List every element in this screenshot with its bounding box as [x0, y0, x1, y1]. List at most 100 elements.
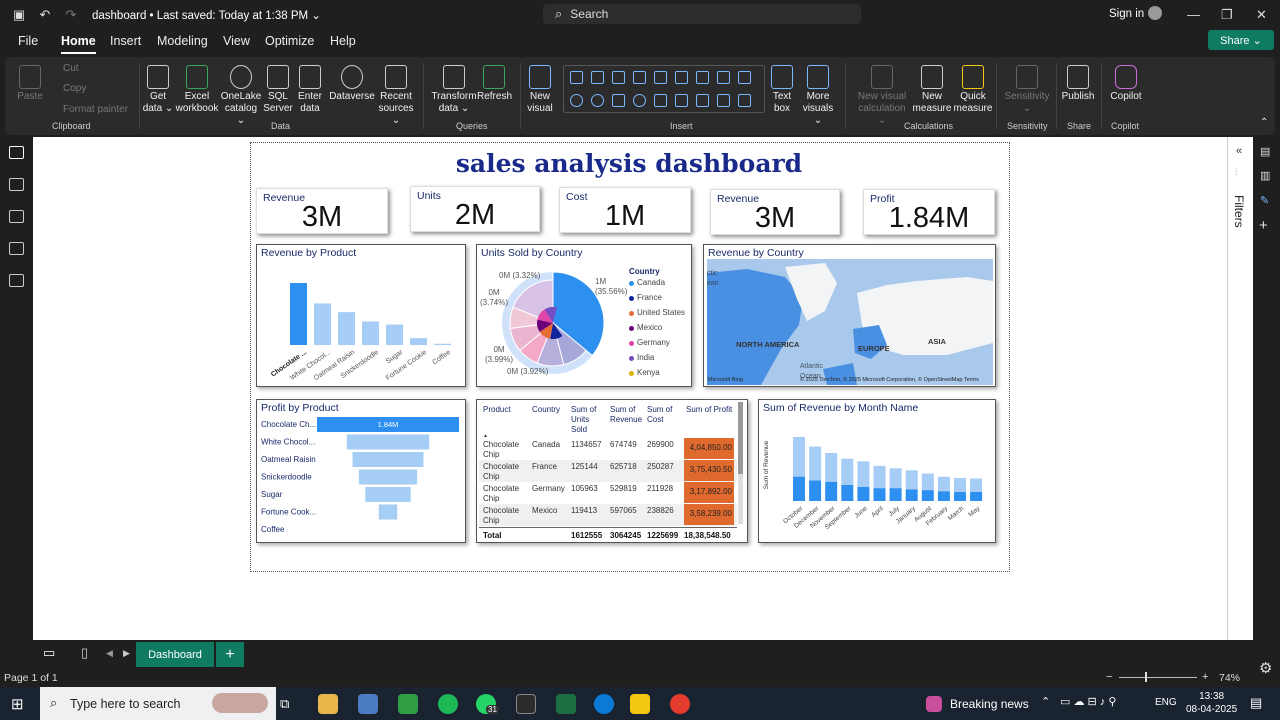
revenue-by-product-chart[interactable]: Revenue by Product Chocolate ... White Ch…: [256, 244, 466, 387]
tab-dashboard[interactable]: Dashboard: [136, 642, 214, 667]
close-icon[interactable]: ✕: [1256, 7, 1267, 23]
units-card[interactable]: Units 2M: [410, 186, 540, 232]
column-header[interactable]: Country: [532, 405, 568, 415]
edge-icon[interactable]: [594, 694, 614, 714]
cost-card[interactable]: Cost 1M: [559, 187, 691, 233]
100-column-icon[interactable]: [654, 71, 667, 84]
stacked-bar-icon[interactable]: [570, 71, 583, 84]
legend-entry[interactable]: France: [637, 293, 662, 303]
menu-view[interactable]: View: [223, 34, 250, 48]
enter-data-button[interactable]: Enter data: [295, 65, 325, 115]
zoom-out-icon[interactable]: −: [1106, 671, 1112, 683]
legend-entry[interactable]: India: [637, 353, 654, 363]
matrix-icon[interactable]: [738, 94, 751, 107]
table-scrollbar-thumb[interactable]: [738, 402, 743, 474]
minimize-icon[interactable]: —: [1187, 7, 1200, 22]
legend-entry[interactable]: Canada: [637, 278, 665, 288]
legend-entry[interactable]: Germany: [637, 338, 670, 348]
copy-button[interactable]: Copy: [57, 83, 86, 95]
task-view-icon[interactable]: ⧉: [280, 696, 289, 712]
recent-sources-button[interactable]: Recent sources ⌄: [374, 65, 418, 127]
menu-home[interactable]: Home: [61, 34, 96, 54]
report-title[interactable]: sales analysis dashboard: [251, 149, 1007, 178]
revenue-by-month-chart[interactable]: Sum of Revenue by Month Name October Dece…: [758, 399, 996, 543]
language-indicator[interactable]: ENG: [1155, 697, 1177, 708]
search-input[interactable]: ⌕ Search: [543, 4, 861, 24]
document-title[interactable]: dashboard • Last saved: Today at 1:38 PM…: [92, 8, 321, 22]
column-header[interactable]: Sum of Profit: [686, 405, 738, 415]
collapse-ribbon-icon[interactable]: ⌃: [1260, 117, 1268, 129]
pie-chart-icon[interactable]: [570, 94, 583, 107]
undo-icon[interactable]: ↶: [38, 8, 52, 22]
legend-entry[interactable]: Mexico: [637, 323, 662, 333]
zoom-level[interactable]: 74%: [1219, 672, 1240, 684]
more-visuals-button[interactable]: More visuals ⌄: [798, 65, 838, 127]
maximize-icon[interactable]: ❐: [1221, 7, 1233, 23]
terminal-icon[interactable]: [516, 694, 536, 714]
multi-row-card-icon[interactable]: [696, 94, 709, 107]
menu-modeling[interactable]: Modeling: [157, 34, 208, 48]
onelake-catalog-button[interactable]: OneLake catalog ⌄: [220, 65, 262, 127]
card-icon[interactable]: [675, 94, 688, 107]
zoom-in-icon[interactable]: +: [1202, 671, 1208, 683]
treemap-icon[interactable]: [612, 94, 625, 107]
zoom-slider[interactable]: [1119, 677, 1197, 678]
table-visual-icon[interactable]: [717, 94, 730, 107]
legend-entry[interactable]: Kenya: [637, 368, 660, 378]
avatar-icon[interactable]: [1148, 6, 1162, 20]
news-widget[interactable]: Breaking news: [950, 697, 1029, 711]
notifications-icon[interactable]: ▤: [1250, 695, 1262, 711]
legend-entry[interactable]: United States: [637, 308, 685, 318]
add-pane-icon[interactable]: +: [1259, 217, 1268, 234]
units-by-country-chart[interactable]: Units Sold by Country Country Canada Fran…: [476, 244, 692, 387]
app-taskbar-icon[interactable]: [398, 694, 418, 714]
visualizations-icon[interactable]: ▥: [1260, 169, 1270, 182]
column-header[interactable]: Product: [483, 405, 519, 415]
line-chart-icon[interactable]: [696, 71, 709, 84]
desktop-layout-icon[interactable]: ▭: [43, 645, 55, 661]
file-explorer-icon[interactable]: [318, 694, 338, 714]
settings-gear-icon[interactable]: ⚙: [1259, 659, 1272, 677]
column-header[interactable]: Sum of Units Sold: [571, 405, 607, 435]
revenue-by-country-map[interactable]: Revenue by Country NORTH AMERICA EUROPE …: [703, 244, 996, 387]
report-view-icon[interactable]: [9, 146, 24, 159]
mobile-layout-icon[interactable]: ▯: [81, 645, 88, 661]
sales-table[interactable]: Product Country Sum of Units Sold Sum of Re…: [476, 399, 748, 543]
tmdl-view-icon[interactable]: [9, 274, 24, 287]
excel-taskbar-icon[interactable]: [556, 694, 576, 714]
sql-server-button[interactable]: SQL Server: [263, 65, 293, 115]
system-clock[interactable]: 13:38 08-04-2025: [1186, 690, 1237, 716]
profit-by-product-funnel[interactable]: Profit by Product Chocolate Ch... White C…: [256, 399, 466, 543]
revenue-card-2[interactable]: Revenue 3M: [710, 189, 840, 235]
refresh-button[interactable]: Refresh: [477, 65, 512, 103]
quick-measure-button[interactable]: Quick measure: [953, 65, 993, 115]
world-map[interactable]: [707, 259, 993, 385]
menu-optimize[interactable]: Optimize: [265, 34, 314, 48]
text-box-button[interactable]: Text box: [768, 65, 796, 115]
stacked-column-icon[interactable]: [612, 71, 625, 84]
clustered-column-icon[interactable]: [633, 71, 646, 84]
paste-button[interactable]: Paste: [15, 65, 45, 103]
share-button[interactable]: Share ⌄: [1208, 30, 1274, 50]
prev-page-icon[interactable]: ◀: [106, 648, 113, 659]
add-page-button[interactable]: +: [216, 642, 244, 667]
new-visual-button[interactable]: New visual: [525, 65, 555, 115]
gauge-icon[interactable]: [654, 94, 667, 107]
tray-icons[interactable]: ▭ ☁ ⊟ ♪ ⚲: [1060, 695, 1116, 708]
transform-data-button[interactable]: Transform data ⌄: [429, 65, 479, 115]
new-visual-calculation-button[interactable]: New visual calculation ⌄: [853, 65, 911, 127]
publish-button[interactable]: Publish: [1061, 65, 1095, 103]
format-icon[interactable]: ✎: [1260, 194, 1269, 207]
map-icon[interactable]: [633, 94, 646, 107]
get-data-button[interactable]: Get data ⌄: [142, 65, 174, 115]
excel-workbook-button[interactable]: Excel workbook: [175, 65, 219, 115]
table-view-icon[interactable]: [9, 178, 24, 191]
taskbar-search-input[interactable]: ⌕ Type here to search: [40, 687, 276, 720]
menu-insert[interactable]: Insert: [110, 34, 141, 48]
sql-server-taskbar-icon[interactable]: [358, 694, 378, 714]
dataverse-button[interactable]: Dataverse: [327, 65, 377, 103]
format-painter-button[interactable]: Format painter: [57, 104, 128, 116]
column-header[interactable]: Sum of Revenue: [610, 405, 646, 425]
show-hidden-icons[interactable]: ⌃: [1041, 695, 1050, 708]
chrome-icon[interactable]: [670, 694, 690, 714]
